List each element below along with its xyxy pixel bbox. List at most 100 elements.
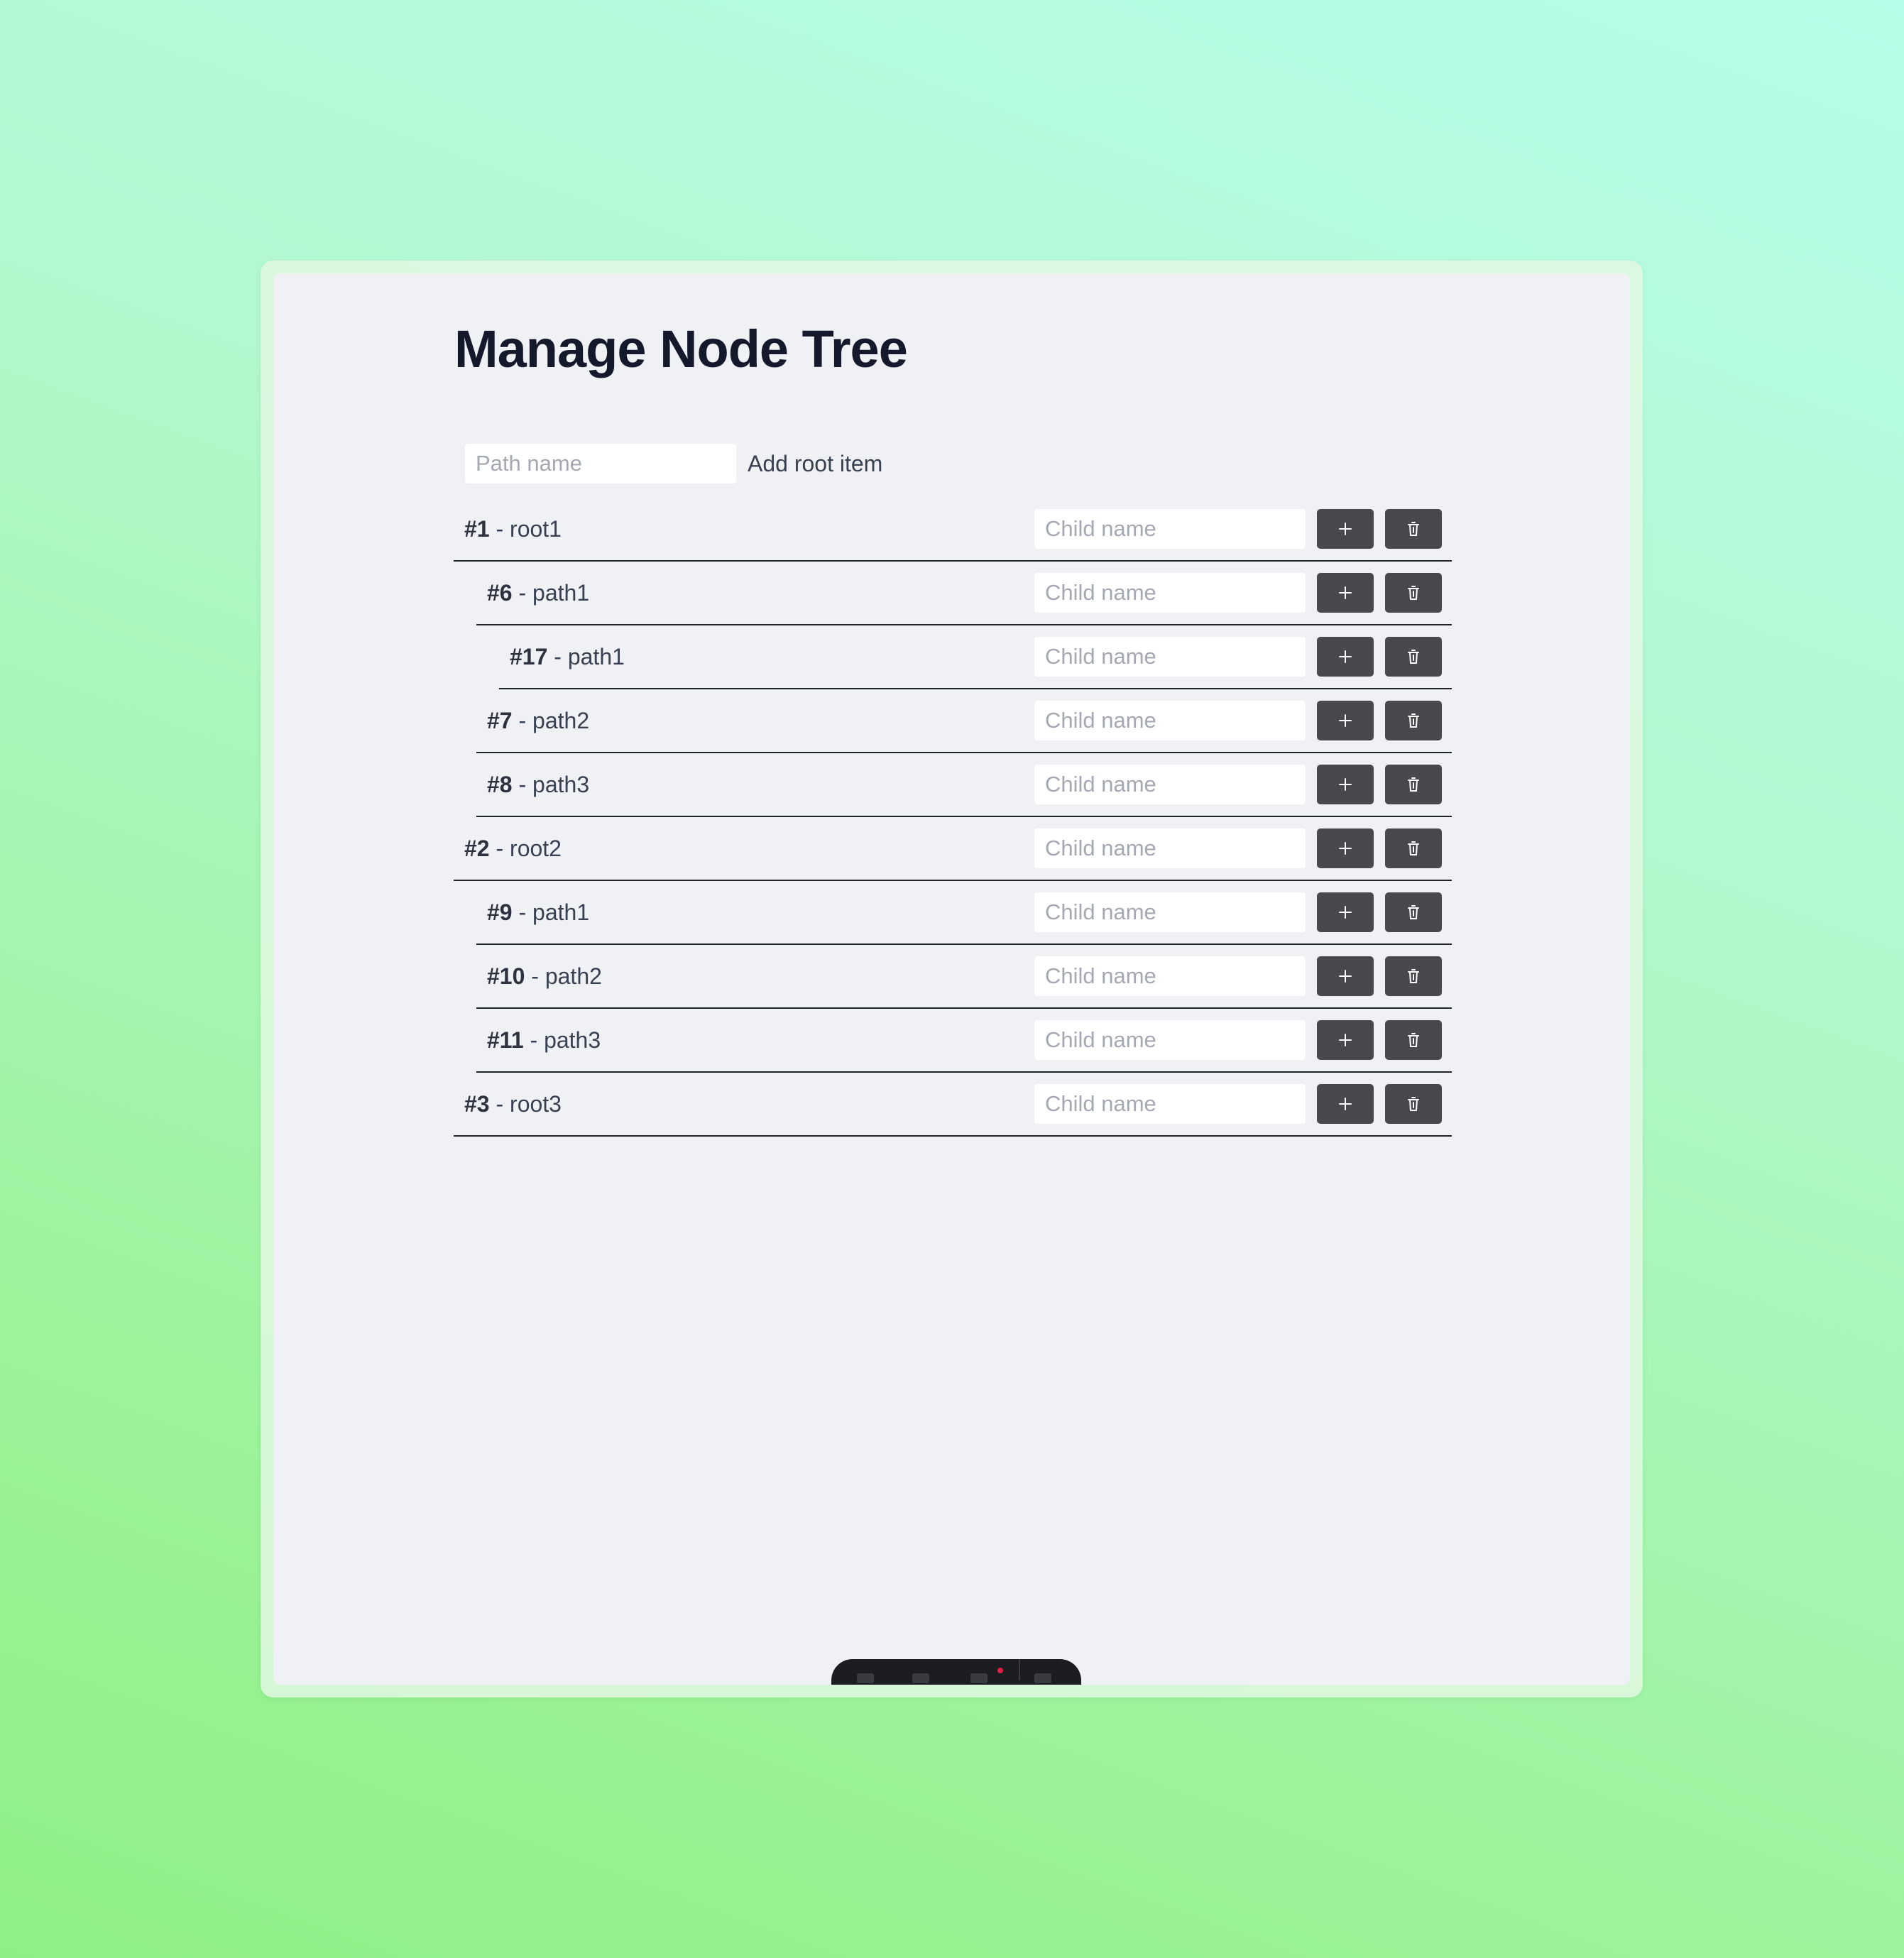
plus-icon [1337,904,1354,921]
dock-icon [857,1673,874,1683]
node-name: path1 [532,580,590,606]
trash-icon [1405,712,1422,729]
row-divider [454,1135,1452,1137]
node-id: #8 [487,772,513,797]
tree-node-row: #11 - path3 [476,1009,1452,1073]
delete-node-button[interactable] [1385,956,1442,996]
node-id: #3 [464,1091,490,1117]
child-name-input[interactable] [1034,956,1306,996]
node-name: path3 [532,772,590,797]
plus-icon [1337,520,1354,537]
node-label: #1 - root1 [464,516,562,542]
plus-icon [1337,840,1354,857]
plus-icon [1337,712,1354,729]
dock-icon [912,1673,929,1683]
node-name: path2 [532,708,590,733]
child-name-input[interactable] [1034,1020,1306,1060]
add-child-button[interactable] [1317,892,1374,932]
dock-separator [1019,1659,1020,1680]
node-label: #9 - path1 [487,899,590,925]
plus-icon [1337,968,1354,985]
tree-node-row: #8 - path3 [476,753,1452,817]
child-name-input[interactable] [1034,892,1306,932]
plus-icon [1337,776,1354,793]
trash-icon [1405,776,1422,793]
tree-node-row: #17 - path1 [499,625,1452,689]
add-child-button[interactable] [1317,637,1374,677]
delete-node-button[interactable] [1385,637,1442,677]
delete-node-button[interactable] [1385,765,1442,804]
trash-icon [1405,1032,1422,1049]
plus-icon [1337,584,1354,601]
tree-node-row: #6 - path1▼ [476,562,1452,625]
node-id: #9 [487,899,513,925]
node-id: #10 [487,963,525,989]
trash-icon [1405,584,1422,601]
tree-node-row: #9 - path1 [476,881,1452,945]
dock-icon [970,1673,987,1683]
trash-icon [1405,648,1422,665]
trash-icon [1405,1095,1422,1112]
dock-notification-dot [997,1668,1003,1673]
node-tree: #1 - root1▼#6 - path1▼ #17 - path1 #7 - pa… [273,273,1630,1685]
node-label: #2 - root2 [464,836,562,861]
node-label: #3 - root3 [464,1091,562,1117]
plus-icon [1337,1095,1354,1112]
node-label: #6 - path1 [487,580,590,606]
app-frame: Manage Node Tree Add root item #1 - root… [261,261,1643,1697]
node-label: #10 - path2 [487,963,602,989]
trash-icon [1405,904,1422,921]
child-name-input[interactable] [1034,828,1306,868]
node-id: #17 [510,644,548,669]
tree-node-row: #2 - root2▼ [454,817,1452,881]
node-name: path3 [544,1027,601,1053]
add-child-button[interactable] [1317,573,1374,613]
node-id: #7 [487,708,513,733]
node-label: #11 - path3 [487,1027,601,1053]
node-name: root1 [510,516,562,542]
plus-icon [1337,648,1354,665]
node-name: path2 [545,963,602,989]
child-name-input[interactable] [1034,637,1306,677]
add-child-button[interactable] [1317,956,1374,996]
tree-node-row: #7 - path2 [476,689,1452,753]
trash-icon [1405,520,1422,537]
add-child-button[interactable] [1317,765,1374,804]
dock-icon [1034,1673,1051,1683]
node-name: root2 [510,836,562,861]
node-id: #2 [464,836,490,861]
add-child-button[interactable] [1317,509,1374,549]
node-name: path1 [567,644,625,669]
child-name-input[interactable] [1034,701,1306,740]
plus-icon [1337,1032,1354,1049]
add-child-button[interactable] [1317,701,1374,740]
node-id: #6 [487,580,513,606]
node-id: #1 [464,516,490,542]
app-window: Manage Node Tree Add root item #1 - root… [273,273,1630,1685]
delete-node-button[interactable] [1385,1084,1442,1124]
child-name-input[interactable] [1034,573,1306,613]
node-name: root3 [510,1091,562,1117]
child-name-input[interactable] [1034,765,1306,804]
delete-node-button[interactable] [1385,509,1442,549]
node-id: #11 [487,1027,524,1053]
node-name: path1 [532,899,590,925]
delete-node-button[interactable] [1385,828,1442,868]
child-name-input[interactable] [1034,1084,1306,1124]
add-child-button[interactable] [1317,1084,1374,1124]
node-label: #17 - path1 [510,644,625,669]
delete-node-button[interactable] [1385,1020,1442,1060]
delete-node-button[interactable] [1385,573,1442,613]
tree-node-row: #10 - path2▶ [476,945,1452,1009]
node-label: #8 - path3 [487,772,590,797]
bottom-dock [831,1659,1081,1685]
delete-node-button[interactable] [1385,892,1442,932]
trash-icon [1405,968,1422,985]
add-child-button[interactable] [1317,1020,1374,1060]
add-child-button[interactable] [1317,828,1374,868]
delete-node-button[interactable] [1385,701,1442,740]
trash-icon [1405,840,1422,857]
tree-node-row: #1 - root1▼ [454,498,1452,562]
child-name-input[interactable] [1034,509,1306,549]
node-label: #7 - path2 [487,708,590,733]
